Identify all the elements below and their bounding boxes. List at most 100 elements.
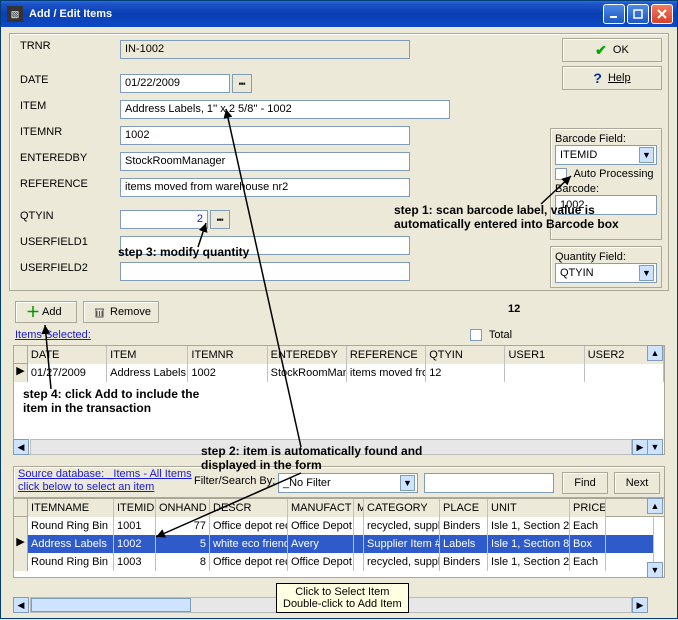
label-date: DATE [20, 74, 115, 86]
app-icon: ▧ [7, 6, 23, 22]
window-title: Add / Edit Items [29, 8, 112, 20]
auto-processing-checkbox[interactable] [555, 168, 567, 180]
field-userfield2[interactable] [120, 262, 410, 281]
barcode-panel: Barcode Field: ITEMID ▼ Auto Processing … [550, 128, 662, 240]
col-header[interactable]: MANUFACT [288, 499, 354, 517]
col-header[interactable]: ITEMNAME [28, 499, 114, 517]
table-row[interactable]: ▶01/27/2009Address Labels, 1''1002StockR… [14, 364, 664, 382]
scroll-down-button[interactable]: ▼ [647, 439, 663, 455]
find-button[interactable]: Find [562, 472, 608, 494]
items-selected-link[interactable]: Items Selected: [15, 329, 91, 341]
filter-combo[interactable]: _No Filter ▼ [278, 473, 418, 493]
count-value: 12 [508, 303, 520, 315]
chevron-down-icon: ▼ [639, 265, 654, 281]
barcode-field-label: Barcode Field: [555, 133, 657, 145]
form-panel: TRNR IN-1002 DATE 01/22/2009 ⋯ ITEM Addr… [9, 33, 669, 291]
label-userfield1: USERFIELD1 [20, 236, 115, 248]
label-item: ITEM [20, 100, 115, 112]
barcode-input[interactable]: 1002 [555, 195, 657, 215]
label-userfield2: USERFIELD2 [20, 262, 115, 274]
qtyin-picker-button[interactable]: ⋯ [210, 210, 230, 229]
scroll-up-button[interactable]: ▲ [647, 498, 663, 514]
help-icon: ? [593, 70, 602, 86]
barcode-field-combo[interactable]: ITEMID ▼ [555, 145, 657, 165]
check-icon: ✔ [595, 42, 607, 59]
ok-button-label: OK [613, 44, 629, 56]
table-row[interactable]: Round Ring Bin10038Office depot recOffic… [14, 553, 664, 571]
col-header[interactable]: CATEGORY [364, 499, 440, 517]
tooltip-line2: Double-click to Add Item [283, 598, 402, 610]
scroll-right-button[interactable]: ▶ [632, 597, 648, 613]
scroll-down-button[interactable]: ▼ [647, 562, 663, 578]
col-header[interactable]: REFERENCE [347, 346, 426, 364]
col-header[interactable]: MODEL [354, 499, 364, 517]
label-enteredby: ENTEREDBY [20, 152, 115, 164]
source-db-link-2[interactable]: click below to select an item [18, 481, 154, 493]
table-row[interactable]: Round Ring Bin100177Office depot recOffi… [14, 517, 664, 535]
title-bar: ▧ Add / Edit Items [1, 1, 677, 27]
maximize-button[interactable] [627, 4, 649, 24]
help-button[interactable]: ? Help [562, 66, 662, 90]
tooltip-line1: Click to Select Item [283, 586, 402, 598]
chevron-down-icon: ▼ [400, 475, 415, 491]
barcode-label: Barcode: [555, 183, 657, 195]
tooltip: Click to Select Item Double-click to Add… [276, 583, 409, 613]
col-header[interactable]: QTYIN [426, 346, 505, 364]
minimize-button[interactable] [603, 4, 625, 24]
scroll-right-button[interactable]: ▶ [632, 439, 648, 455]
qty-field-combo[interactable]: QTYIN ▼ [555, 263, 657, 283]
qty-field-value: QTYIN [560, 267, 594, 279]
filter-bar: Source database: _Items - All Items clic… [13, 466, 665, 498]
field-reference[interactable]: items moved from warehouse nr2 [120, 178, 410, 197]
col-header[interactable]: ITEM [107, 346, 188, 364]
table-row[interactable]: ▶Address Labels10025white eco friendAver… [14, 535, 664, 553]
chevron-down-icon: ▼ [639, 147, 654, 163]
source-db-link-1[interactable]: Source database: _Items - All Items [18, 468, 192, 480]
label-itemnr: ITEMNR [20, 126, 115, 138]
field-item[interactable]: Address Labels, 1'' x 2 5/8'' - 1002 [120, 100, 450, 119]
label-qtyin: QTYIN [20, 210, 115, 222]
field-qtyin[interactable]: 2 [120, 210, 208, 229]
field-itemnr[interactable]: 1002 [120, 126, 410, 145]
scroll-up-button[interactable]: ▲ [647, 345, 663, 361]
col-header[interactable]: DATE [28, 346, 107, 364]
field-date[interactable]: 01/22/2009 [120, 74, 230, 93]
remove-button-label: Remove [110, 306, 151, 318]
label-trnr: TRNR [20, 40, 115, 52]
barcode-field-value: ITEMID [560, 149, 597, 161]
col-header[interactable]: ONHAND [156, 499, 210, 517]
field-enteredby[interactable]: StockRoomManager [120, 152, 410, 171]
field-userfield1[interactable] [120, 236, 410, 255]
scrollbar-track[interactable] [30, 439, 632, 455]
total-checkbox[interactable] [470, 329, 482, 341]
help-button-label: Help [608, 72, 631, 84]
label-reference: REFERENCE [20, 178, 115, 190]
col-header[interactable]: DESCR [210, 499, 288, 517]
auto-processing-label: Auto Processing [573, 168, 653, 180]
col-header[interactable]: ITEMID [114, 499, 156, 517]
scroll-left-button[interactable]: ◀ [13, 439, 29, 455]
date-picker-button[interactable]: ⋯ [232, 74, 252, 93]
quantity-panel: Quantity Field: QTYIN ▼ [550, 246, 662, 288]
filter-label: Filter/Search By: [194, 475, 275, 487]
plus-icon: ＋ [26, 307, 37, 318]
filter-value: _No Filter [283, 477, 331, 489]
col-header[interactable]: USER1 [505, 346, 584, 364]
ok-button[interactable]: ✔ OK [562, 38, 662, 62]
total-label: Total [489, 329, 512, 341]
add-button[interactable]: ＋ Add [15, 301, 77, 323]
col-header[interactable]: UNIT [488, 499, 570, 517]
next-button[interactable]: Next [614, 472, 660, 494]
add-button-label: Add [42, 306, 62, 318]
col-header[interactable]: PLACE [440, 499, 488, 517]
qty-field-label: Quantity Field: [555, 251, 657, 263]
col-header[interactable]: ENTEREDBY [268, 346, 347, 364]
scroll-left-button[interactable]: ◀ [13, 597, 29, 613]
items-grid[interactable]: ITEMNAMEITEMIDONHANDDESCRMANUFACTMODELCA… [13, 498, 665, 578]
remove-button[interactable]: Remove [83, 301, 159, 323]
col-header[interactable]: PRICE [570, 499, 606, 517]
close-button[interactable] [651, 4, 673, 24]
trash-icon [94, 307, 105, 318]
col-header[interactable]: ITEMNR [188, 346, 267, 364]
filter-input[interactable] [424, 473, 554, 493]
